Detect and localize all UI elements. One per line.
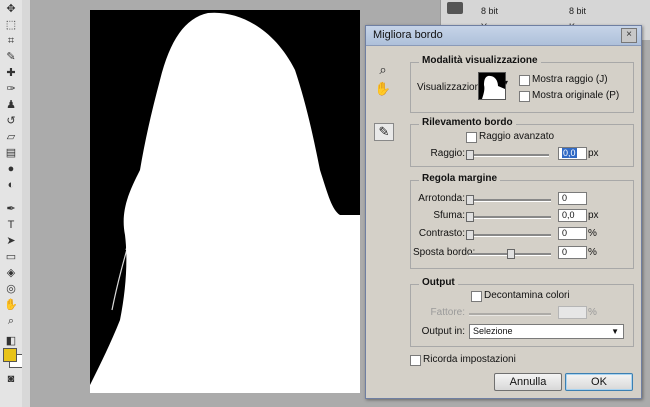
shift-edge-field[interactable]: 0 xyxy=(558,246,587,259)
output-to-select[interactable]: Selezione ▼ xyxy=(469,324,624,339)
show-radius-label: Mostra raggio (J) xyxy=(532,74,608,85)
close-button[interactable]: × xyxy=(621,28,637,43)
dodge-tool-icon[interactable]: ◐ xyxy=(3,178,19,192)
radius-field[interactable]: 0,0 xyxy=(558,147,587,160)
decontaminate-label: Decontamina colori xyxy=(484,290,570,301)
history-brush-icon[interactable]: ↺ xyxy=(3,114,19,128)
gradient-tool-icon[interactable]: ▤ xyxy=(3,146,19,160)
info-panel-icon xyxy=(447,2,463,14)
amount-field xyxy=(558,306,587,319)
3d-rotate-icon[interactable]: ◈ xyxy=(3,266,19,280)
dialog-titlebar[interactable]: Migliora bordo × xyxy=(366,26,641,46)
pen-tool-icon[interactable]: ✒ xyxy=(3,202,19,216)
stamp-tool-icon[interactable]: ♟ xyxy=(3,98,19,112)
contrast-unit: % xyxy=(588,228,597,239)
marquee-tool-icon[interactable]: ⬚ xyxy=(3,18,19,32)
output-group: Output Decontamina colori Fattore: % Out… xyxy=(410,277,634,347)
foreground-color-swatch[interactable] xyxy=(3,348,17,362)
decontaminate-checkbox[interactable] xyxy=(471,291,482,302)
radius-label: Raggio: xyxy=(430,148,465,159)
brush-tool-icon[interactable]: ✑ xyxy=(3,82,19,96)
show-original-label: Mostra originale (P) xyxy=(532,90,620,101)
info-bit-depth-left: 8 bit xyxy=(481,6,499,16)
tools-panel: ✥ ⬚ ⌗ ✎ ✚ ✑ ♟ ↺ ▱ ▤ ● ◐ ✒ T ➤ ▭ ◈ ◎ ✋ ⌕ … xyxy=(0,0,23,407)
eyedropper-tool-icon[interactable]: ✎ xyxy=(3,50,19,64)
remember-settings-label: Ricorda impostazioni xyxy=(423,354,516,365)
edge-detection-group: Rilevamento bordo Raggio avanzato Raggio… xyxy=(410,117,634,167)
smooth-slider-thumb[interactable] xyxy=(466,195,474,205)
info-bit-depth-right: 8 bit xyxy=(569,6,587,16)
eraser-tool-icon[interactable]: ▱ xyxy=(3,130,19,144)
hand-tool-icon[interactable]: ✋ xyxy=(3,298,19,312)
view-preview-icon xyxy=(479,73,505,99)
view-thumbnail[interactable] xyxy=(478,72,506,100)
type-tool-icon[interactable]: T xyxy=(3,218,19,232)
ok-button[interactable]: OK xyxy=(565,373,633,391)
hand-icon[interactable]: ✋ xyxy=(374,81,392,97)
dialog-title: Migliora bordo xyxy=(373,29,443,41)
smooth-field[interactable]: 0 xyxy=(558,192,587,205)
show-radius-checkbox[interactable] xyxy=(519,75,530,86)
shape-tool-icon[interactable]: ▭ xyxy=(3,250,19,264)
zoom-tool-icon[interactable]: ⌕ xyxy=(3,314,19,328)
output-to-label: Output in: xyxy=(421,326,465,337)
output-dropdown-arrow-icon[interactable]: ▼ xyxy=(611,325,619,338)
amount-label: Fattore: xyxy=(430,307,465,318)
adjust-edge-group: Regola margine Arrotonda: 0 Sfuma: 0,0 p… xyxy=(410,173,634,269)
smooth-slider[interactable] xyxy=(466,195,551,205)
amount-slider xyxy=(469,313,551,316)
shift-edge-unit: % xyxy=(588,247,597,258)
refine-edge-dialog: Migliora bordo × ⌕ ✋ ✎ Modalità visualiz… xyxy=(365,25,642,399)
output-title: Output xyxy=(419,277,458,288)
3d-orbit-icon[interactable]: ◎ xyxy=(3,282,19,296)
path-selection-icon[interactable]: ➤ xyxy=(3,234,19,248)
contrast-slider-thumb[interactable] xyxy=(466,230,474,240)
refine-radius-tool-icon[interactable]: ✎ xyxy=(374,123,394,141)
output-to-value: Selezione xyxy=(473,326,513,336)
move-tool-icon[interactable]: ✥ xyxy=(3,2,19,16)
radius-slider[interactable] xyxy=(466,150,549,160)
feather-field[interactable]: 0,0 xyxy=(558,209,587,222)
default-colors-icon[interactable]: ◧ xyxy=(3,334,19,348)
smooth-label: Arrotonda: xyxy=(418,193,465,204)
shift-edge-slider[interactable] xyxy=(469,249,551,259)
view-mode-group: Modalità visualizzazione Visualizzazione… xyxy=(410,55,634,113)
feather-unit: px xyxy=(588,210,599,221)
blur-tool-icon[interactable]: ● xyxy=(3,162,19,176)
feather-slider[interactable] xyxy=(466,212,551,222)
shift-edge-slider-thumb[interactable] xyxy=(507,249,515,259)
smart-radius-label: Raggio avanzato xyxy=(479,131,555,142)
feather-label: Sfuma: xyxy=(433,210,465,221)
zoom-icon[interactable]: ⌕ xyxy=(374,62,392,78)
show-original-checkbox[interactable] xyxy=(519,91,530,102)
remember-settings-checkbox[interactable] xyxy=(410,355,421,366)
adjust-edge-title: Regola margine xyxy=(419,173,501,184)
view-dropdown-arrow-icon[interactable]: ▾ xyxy=(504,78,508,87)
view-mode-title: Modalità visualizzazione xyxy=(419,55,541,66)
vertical-ruler xyxy=(22,0,31,407)
feather-slider-thumb[interactable] xyxy=(466,212,474,222)
contrast-slider[interactable] xyxy=(466,230,551,240)
radius-unit: px xyxy=(588,148,599,159)
shift-edge-label: Sposta bordo: xyxy=(413,247,476,258)
image-canvas[interactable] xyxy=(90,10,360,393)
crop-tool-icon[interactable]: ⌗ xyxy=(3,34,19,48)
mask-silhouette xyxy=(90,10,360,393)
smart-radius-checkbox[interactable] xyxy=(466,132,477,143)
amount-unit: % xyxy=(588,307,597,318)
cancel-button[interactable]: Annulla xyxy=(494,373,562,391)
radius-slider-thumb[interactable] xyxy=(466,150,474,160)
healing-brush-icon[interactable]: ✚ xyxy=(3,66,19,80)
edge-detection-title: Rilevamento bordo xyxy=(419,117,516,128)
contrast-label: Contrasto: xyxy=(418,228,465,239)
contrast-field[interactable]: 0 xyxy=(558,227,587,240)
quick-mask-icon[interactable]: ◙ xyxy=(3,372,19,386)
